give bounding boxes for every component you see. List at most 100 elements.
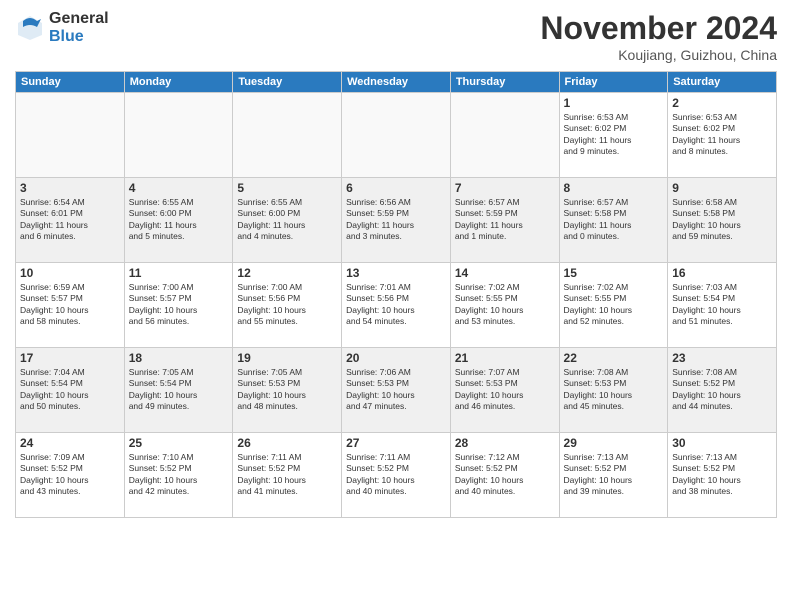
cell-text: Sunrise: 6:55 AM Sunset: 6:00 PM Dayligh… [237, 197, 337, 243]
logo-general-text: General [49, 10, 109, 28]
cell-text: Sunrise: 7:08 AM Sunset: 5:52 PM Dayligh… [672, 367, 772, 413]
logo-icon [15, 13, 45, 43]
table-row: 1 Sunrise: 6:53 AM Sunset: 6:02 PM Daylig… [559, 93, 668, 178]
table-row [124, 93, 233, 178]
table-row: 23 Sunrise: 7:08 AM Sunset: 5:52 PM Dayli… [668, 348, 777, 433]
location: Koujiang, Guizhou, China [540, 47, 777, 63]
cell-text: Sunrise: 6:59 AM Sunset: 5:57 PM Dayligh… [20, 282, 120, 328]
table-row: 24Sunrise: 7:09 AM Sunset: 5:52 PM Dayli… [16, 433, 125, 518]
table-row: 28Sunrise: 7:12 AM Sunset: 5:52 PM Dayli… [450, 433, 559, 518]
table-row: 19Sunrise: 7:05 AM Sunset: 5:53 PM Dayli… [233, 348, 342, 433]
cell-text: Sunrise: 7:13 AM Sunset: 5:52 PM Dayligh… [672, 452, 772, 498]
cell-text: Sunrise: 6:53 AM Sunset: 6:02 PM Dayligh… [564, 112, 664, 158]
day-number: 26 [237, 436, 337, 450]
day-number: 27 [346, 436, 446, 450]
col-tuesday: Tuesday [233, 72, 342, 93]
day-number: 22 [564, 351, 664, 365]
day-number: 29 [564, 436, 664, 450]
cell-text: Sunrise: 7:01 AM Sunset: 5:56 PM Dayligh… [346, 282, 446, 328]
month-title: November 2024 [540, 10, 777, 47]
cell-text: Sunrise: 7:02 AM Sunset: 5:55 PM Dayligh… [455, 282, 555, 328]
day-number: 25 [129, 436, 229, 450]
table-row [450, 93, 559, 178]
col-friday: Friday [559, 72, 668, 93]
cell-text: Sunrise: 7:02 AM Sunset: 5:55 PM Dayligh… [564, 282, 664, 328]
day-number: 24 [20, 436, 120, 450]
table-row: 5 Sunrise: 6:55 AM Sunset: 6:00 PM Daylig… [233, 178, 342, 263]
cell-text: Sunrise: 7:04 AM Sunset: 5:54 PM Dayligh… [20, 367, 120, 413]
table-row: 3Sunrise: 6:54 AM Sunset: 6:01 PM Daylig… [16, 178, 125, 263]
day-number: 23 [672, 351, 772, 365]
table-row [342, 93, 451, 178]
col-monday: Monday [124, 72, 233, 93]
cell-text: Sunrise: 7:05 AM Sunset: 5:54 PM Dayligh… [129, 367, 229, 413]
cell-text: Sunrise: 6:53 AM Sunset: 6:02 PM Dayligh… [672, 112, 772, 158]
day-number: 16 [672, 266, 772, 280]
day-number: 11 [129, 266, 229, 280]
table-row: 10 Sunrise: 6:59 AM Sunset: 5:57 PM Dayli… [16, 263, 125, 348]
day-number: 14 [455, 266, 555, 280]
day-number: 2 [672, 96, 772, 110]
table-row: 12 Sunrise: 7:00 AM Sunset: 5:56 PM Dayli… [233, 263, 342, 348]
cell-text: Sunrise: 7:03 AM Sunset: 5:54 PM Dayligh… [672, 282, 772, 328]
week-row-5: 24Sunrise: 7:09 AM Sunset: 5:52 PM Dayli… [16, 433, 777, 518]
table-row: 11Sunrise: 7:00 AM Sunset: 5:57 PM Dayli… [124, 263, 233, 348]
col-saturday: Saturday [668, 72, 777, 93]
day-number: 13 [346, 266, 446, 280]
day-number: 4 [129, 181, 229, 195]
calendar-header-row: Sunday Monday Tuesday Wednesday Thursday… [16, 72, 777, 93]
week-row-2: 3Sunrise: 6:54 AM Sunset: 6:01 PM Daylig… [16, 178, 777, 263]
cell-text: Sunrise: 7:00 AM Sunset: 5:56 PM Dayligh… [237, 282, 337, 328]
logo-text: General Blue [49, 10, 109, 45]
table-row [16, 93, 125, 178]
col-wednesday: Wednesday [342, 72, 451, 93]
cell-text: Sunrise: 7:08 AM Sunset: 5:53 PM Dayligh… [564, 367, 664, 413]
cell-text: Sunrise: 7:11 AM Sunset: 5:52 PM Dayligh… [237, 452, 337, 498]
cell-text: Sunrise: 6:55 AM Sunset: 6:00 PM Dayligh… [129, 197, 229, 243]
table-row: 9 Sunrise: 6:58 AM Sunset: 5:58 PM Daylig… [668, 178, 777, 263]
cell-text: Sunrise: 7:10 AM Sunset: 5:52 PM Dayligh… [129, 452, 229, 498]
cell-text: Sunrise: 7:13 AM Sunset: 5:52 PM Dayligh… [564, 452, 664, 498]
cell-text: Sunrise: 6:56 AM Sunset: 5:59 PM Dayligh… [346, 197, 446, 243]
col-thursday: Thursday [450, 72, 559, 93]
cell-text: Sunrise: 7:06 AM Sunset: 5:53 PM Dayligh… [346, 367, 446, 413]
cell-text: Sunrise: 6:57 AM Sunset: 5:59 PM Dayligh… [455, 197, 555, 243]
table-row: 2 Sunrise: 6:53 AM Sunset: 6:02 PM Daylig… [668, 93, 777, 178]
day-number: 19 [237, 351, 337, 365]
day-number: 5 [237, 181, 337, 195]
title-section: November 2024 Koujiang, Guizhou, China [540, 10, 777, 63]
cell-text: Sunrise: 7:11 AM Sunset: 5:52 PM Dayligh… [346, 452, 446, 498]
cell-text: Sunrise: 6:54 AM Sunset: 6:01 PM Dayligh… [20, 197, 120, 243]
table-row: 7 Sunrise: 6:57 AM Sunset: 5:59 PM Daylig… [450, 178, 559, 263]
table-row: 25 Sunrise: 7:10 AM Sunset: 5:52 PM Dayli… [124, 433, 233, 518]
day-number: 12 [237, 266, 337, 280]
table-row: 29 Sunrise: 7:13 AM Sunset: 5:52 PM Dayli… [559, 433, 668, 518]
day-number: 21 [455, 351, 555, 365]
table-row: 8 Sunrise: 6:57 AM Sunset: 5:58 PM Daylig… [559, 178, 668, 263]
day-number: 8 [564, 181, 664, 195]
table-row: 27 Sunrise: 7:11 AM Sunset: 5:52 PM Dayli… [342, 433, 451, 518]
table-row: 4 Sunrise: 6:55 AM Sunset: 6:00 PM Daylig… [124, 178, 233, 263]
cell-text: Sunrise: 6:58 AM Sunset: 5:58 PM Dayligh… [672, 197, 772, 243]
col-sunday: Sunday [16, 72, 125, 93]
header: General Blue November 2024 Koujiang, Gui… [15, 10, 777, 63]
table-row: 26 Sunrise: 7:11 AM Sunset: 5:52 PM Dayli… [233, 433, 342, 518]
day-number: 28 [455, 436, 555, 450]
cell-text: Sunrise: 6:57 AM Sunset: 5:58 PM Dayligh… [564, 197, 664, 243]
day-number: 15 [564, 266, 664, 280]
table-row: 14 Sunrise: 7:02 AM Sunset: 5:55 PM Dayli… [450, 263, 559, 348]
day-number: 9 [672, 181, 772, 195]
table-row: 17Sunrise: 7:04 AM Sunset: 5:54 PM Dayli… [16, 348, 125, 433]
day-number: 30 [672, 436, 772, 450]
day-number: 10 [20, 266, 120, 280]
day-number: 7 [455, 181, 555, 195]
day-number: 18 [129, 351, 229, 365]
table-row: 21Sunrise: 7:07 AM Sunset: 5:53 PM Dayli… [450, 348, 559, 433]
day-number: 20 [346, 351, 446, 365]
week-row-1: 1 Sunrise: 6:53 AM Sunset: 6:02 PM Daylig… [16, 93, 777, 178]
table-row: 20 Sunrise: 7:06 AM Sunset: 5:53 PM Dayli… [342, 348, 451, 433]
page: General Blue November 2024 Koujiang, Gui… [0, 0, 792, 612]
table-row: 15 Sunrise: 7:02 AM Sunset: 5:55 PM Dayli… [559, 263, 668, 348]
table-row [233, 93, 342, 178]
day-number: 1 [564, 96, 664, 110]
